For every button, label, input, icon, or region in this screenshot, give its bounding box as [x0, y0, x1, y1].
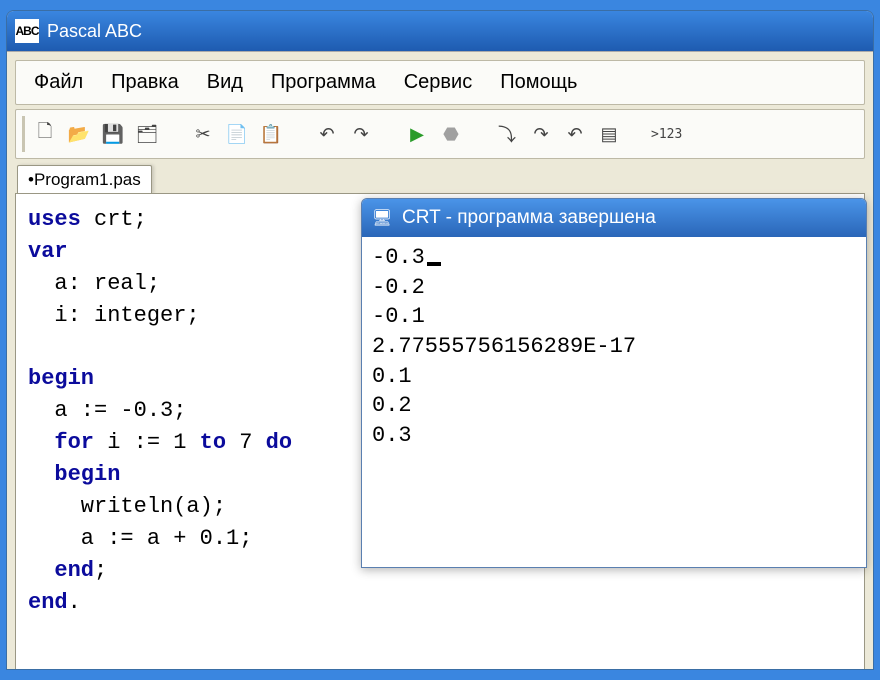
menu-Правка[interactable]: Правка: [97, 67, 193, 98]
stop-icon[interactable]: ⬣: [437, 120, 465, 148]
menu-Файл[interactable]: Файл: [20, 67, 97, 98]
crt-window[interactable]: 🖥 CRT - программа завершена -0.3-0.2-0.1…: [361, 198, 867, 568]
menu-Помощь[interactable]: Помощь: [486, 67, 591, 98]
menu-Программа[interactable]: Программа: [257, 67, 390, 98]
editor-area[interactable]: uses crt;var a: real; i: integer; begin …: [15, 193, 865, 670]
menu-Сервис[interactable]: Сервис: [390, 67, 487, 98]
main-window: ABC Pascal ABC ФайлПравкаВидПрограммаСер…: [6, 10, 874, 670]
toolbar: 🗋📂💾🗂✂📄📋↶↷▶⬣⤵↷↶▤>123: [22, 116, 858, 152]
step-over-icon[interactable]: ↷: [527, 120, 555, 148]
step-into-icon[interactable]: ⤵: [493, 120, 521, 148]
app-title: Pascal ABC: [47, 21, 142, 42]
toolbar-panel: 🗋📂💾🗂✂📄📋↶↷▶⬣⤵↷↶▤>123: [15, 109, 865, 159]
cut-icon[interactable]: ✂: [189, 120, 217, 148]
step-out-icon[interactable]: ↶: [561, 120, 589, 148]
crt-line: -0.3: [372, 243, 856, 273]
crt-titlebar[interactable]: 🖥 CRT - программа завершена: [362, 199, 866, 237]
paste-icon[interactable]: 📋: [257, 120, 285, 148]
save-icon[interactable]: 💾: [99, 120, 127, 148]
crt-line: 0.3: [372, 421, 856, 451]
crt-line: -0.2: [372, 273, 856, 303]
crt-output: -0.3-0.2-0.12.77555756156289E-170.10.20.…: [362, 237, 866, 457]
save-all-icon[interactable]: 🗂: [133, 120, 161, 148]
undo-icon[interactable]: ↶: [313, 120, 341, 148]
menu-Вид[interactable]: Вид: [193, 67, 257, 98]
text-cursor: [427, 262, 441, 266]
redo-icon[interactable]: ↷: [347, 120, 375, 148]
new-file-icon[interactable]: 🗋: [31, 120, 59, 148]
crt-line: 0.1: [372, 362, 856, 392]
crt-line: -0.1: [372, 302, 856, 332]
app-icon: ABC: [15, 19, 39, 43]
tab-bar: •Program1.pas: [15, 163, 865, 193]
run-icon[interactable]: ▶: [403, 120, 431, 148]
file-tab[interactable]: •Program1.pas: [17, 165, 152, 194]
crt-line: 2.77555756156289E-17: [372, 332, 856, 362]
crt-title: CRT - программа завершена: [402, 207, 656, 229]
menubar: ФайлПравкаВидПрограммаСервисПомощь: [15, 60, 865, 105]
titlebar[interactable]: ABC Pascal ABC: [7, 11, 873, 51]
copy-icon[interactable]: 📄: [223, 120, 251, 148]
numbers-icon[interactable]: >123: [651, 120, 682, 148]
workspace: ФайлПравкаВидПрограммаСервисПомощь 🗋📂💾🗂 ✂…: [7, 51, 873, 670]
crt-icon: 🖥: [370, 206, 394, 230]
breakpoint-icon[interactable]: ▤: [595, 120, 623, 148]
open-file-icon[interactable]: 📂: [65, 120, 93, 148]
crt-line: 0.2: [372, 391, 856, 421]
